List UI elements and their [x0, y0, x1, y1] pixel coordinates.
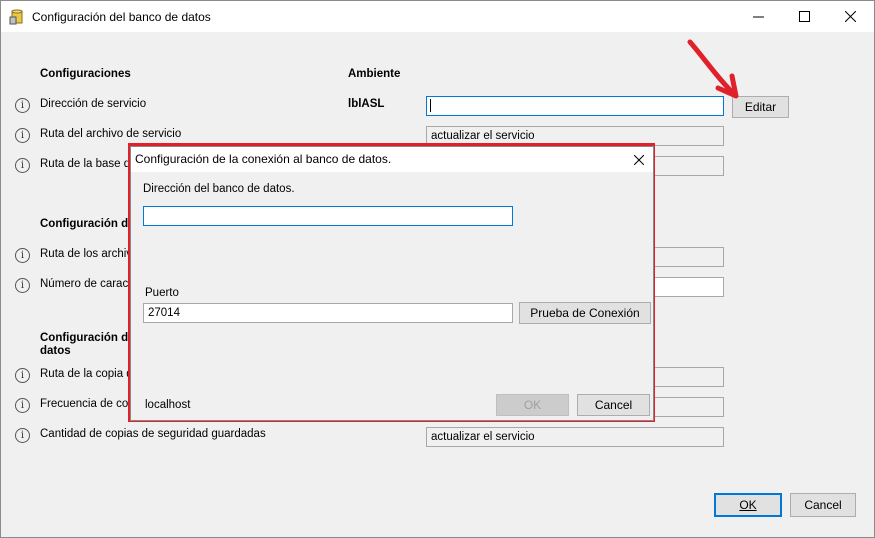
environment-value: lblASL: [348, 98, 385, 110]
configurations-header: Configuraciones: [40, 68, 131, 80]
text-caret: [430, 99, 431, 112]
test-connection-button[interactable]: Prueba de Conexión: [519, 302, 651, 324]
minimize-button[interactable]: [735, 1, 781, 32]
maximize-button[interactable]: [781, 1, 827, 32]
close-button[interactable]: [827, 1, 873, 32]
row-label-backup-frequency: Frecuencia de cop: [40, 398, 135, 410]
dialog-title: Configuración de la conexión al banco de…: [135, 152, 392, 166]
environment-header: Ambiente: [348, 68, 401, 80]
info-icon: i: [15, 128, 30, 143]
row-label-backup-count: Cantidad de copias de seguridad guardada…: [40, 428, 266, 440]
row-label-backup-path: Ruta de la copia d: [40, 368, 133, 380]
dialog-close-icon[interactable]: [625, 147, 653, 172]
row-label-char-count: Número de caracte: [40, 278, 138, 290]
dialog-title-bar: Configuración de la conexión al banco de…: [131, 147, 653, 172]
dialog-cancel-button[interactable]: Cancel: [577, 394, 650, 416]
info-icon: i: [15, 248, 30, 263]
address-label: Dirección del banco de datos.: [143, 183, 295, 195]
section3-header: Configuración d: [40, 332, 129, 344]
section3-header-line2: datos: [40, 345, 71, 357]
annotation-arrow-icon: [684, 38, 744, 100]
backup-count-field: actualizar el servicio: [426, 427, 724, 447]
info-icon: i: [15, 158, 30, 173]
dialog-ok-button[interactable]: OK: [496, 394, 569, 416]
section2-header: Configuración d: [40, 218, 129, 230]
row-label-service-address: Dirección de servicio: [40, 98, 147, 110]
title-bar: Configuración del banco de datos: [1, 1, 874, 32]
info-icon: i: [15, 368, 30, 383]
info-icon: i: [15, 98, 30, 113]
info-icon: i: [15, 278, 30, 293]
port-label: Puerto: [145, 287, 179, 299]
port-input[interactable]: 27014: [143, 303, 513, 323]
address-input[interactable]: [143, 206, 513, 226]
row-label-database-path: Ruta de la base de: [40, 158, 137, 170]
service-address-input[interactable]: [426, 96, 724, 116]
row-label-files-path: Ruta de los archivo: [40, 248, 139, 260]
database-icon: [9, 9, 25, 25]
info-icon: i: [15, 428, 30, 443]
ok-button[interactable]: OK: [714, 493, 782, 517]
window-title: Configuración del banco de datos: [32, 10, 211, 24]
cancel-button[interactable]: Cancel: [790, 493, 856, 517]
row-label-service-file-path: Ruta del archivo de servicio: [40, 128, 182, 140]
connection-dialog: Configuración de la conexión al banco de…: [130, 146, 654, 421]
info-icon: i: [15, 398, 30, 413]
host-label: localhost: [145, 399, 191, 411]
